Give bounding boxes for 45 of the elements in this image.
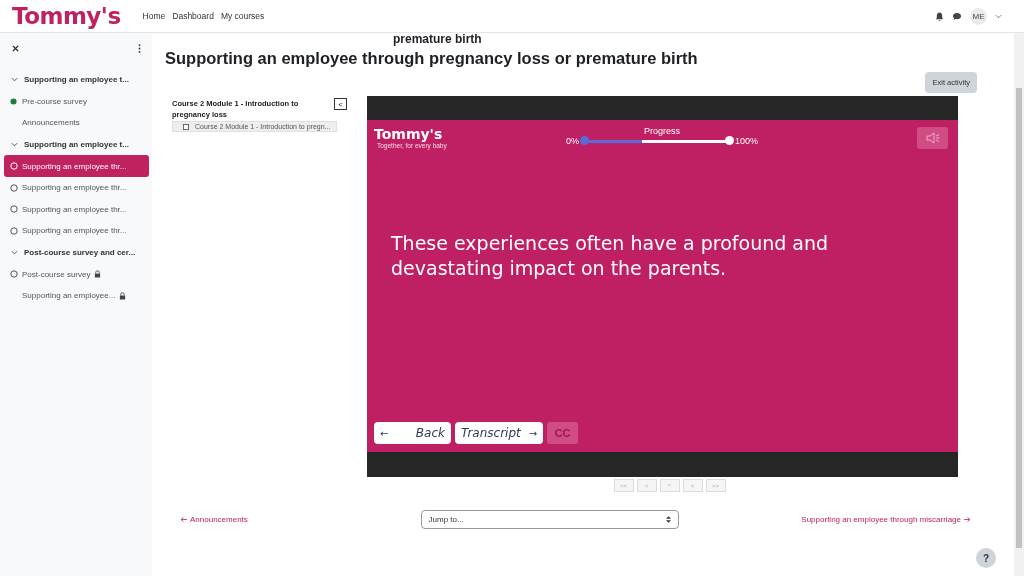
sidebar-item[interactable]: Supporting an employee thr... — [4, 198, 149, 221]
sidebar-item[interactable]: Pre-course survey — [4, 90, 149, 113]
nav-link[interactable]: Dashboard — [172, 11, 214, 21]
section-title[interactable]: Post-course survey and cer... — [24, 248, 136, 258]
sort-arrows-icon — [665, 516, 671, 523]
speaker-icon — [925, 132, 940, 144]
sidebar-item[interactable]: Supporting an employee thr... — [4, 155, 149, 177]
nav-link[interactable]: Home — [142, 11, 166, 21]
slide-text: These experiences often have a profound and devastating impact on the parents. — [391, 231, 830, 281]
next-activity-link[interactable]: Supporting an employee through miscarriage — [801, 515, 971, 524]
sidebar-item[interactable]: Post-course survey — [4, 263, 149, 285]
nav-link[interactable]: My courses — [220, 11, 265, 21]
page-title: Supporting an employee through pregnancy loss or premature birth — [165, 48, 699, 68]
progress-start-dot — [580, 136, 589, 145]
previous-activity-link[interactable]: Announcements — [180, 515, 248, 524]
checkbox-icon — [183, 123, 189, 130]
section-title[interactable]: Supporting an employee t... — [24, 140, 129, 150]
page-title-overflow: premature birth — [393, 33, 483, 45]
chevron-down-icon[interactable] — [11, 141, 18, 149]
progress-min-label: 0% — [566, 136, 579, 146]
chevron-down-icon[interactable] — [995, 13, 1002, 19]
chevron-down-icon[interactable] — [11, 76, 18, 84]
scrollbar-drawing[interactable] — [1014, 33, 1024, 576]
section-title[interactable]: Supporting an employee t... — [24, 75, 129, 85]
chat-icon[interactable] — [952, 11, 962, 21]
arrow-right-icon — [964, 517, 971, 522]
transcript-button[interactable]: Transcript → — [455, 422, 544, 444]
arrow-left-icon — [180, 517, 187, 522]
jump-to-select[interactable]: Jump to... — [420, 510, 679, 529]
help-button[interactable]: ? — [976, 548, 996, 568]
more-options-icon[interactable] — [138, 43, 141, 53]
back-button[interactable]: ← Back — [374, 422, 451, 444]
sidebar-item[interactable]: Supporting an employee thr... — [4, 220, 149, 242]
player-logo: Tommy's — [374, 126, 444, 142]
close-icon[interactable] — [12, 44, 19, 52]
user-avatar[interactable]: ME — [970, 7, 987, 25]
site-logo[interactable]: Tommy's — [12, 3, 121, 29]
bell-icon[interactable] — [935, 11, 944, 21]
progress-label: Progress — [644, 126, 681, 136]
sound-button[interactable] — [917, 127, 948, 149]
chevron-down-icon[interactable] — [11, 249, 18, 257]
sidebar-item[interactable]: Supporting an employee... — [4, 284, 149, 307]
sidebar-item[interactable]: Supporting an employee thr... — [4, 176, 149, 199]
sidebar-item[interactable]: Announcements — [4, 112, 149, 134]
progress-max-label: 100% — [735, 136, 759, 146]
